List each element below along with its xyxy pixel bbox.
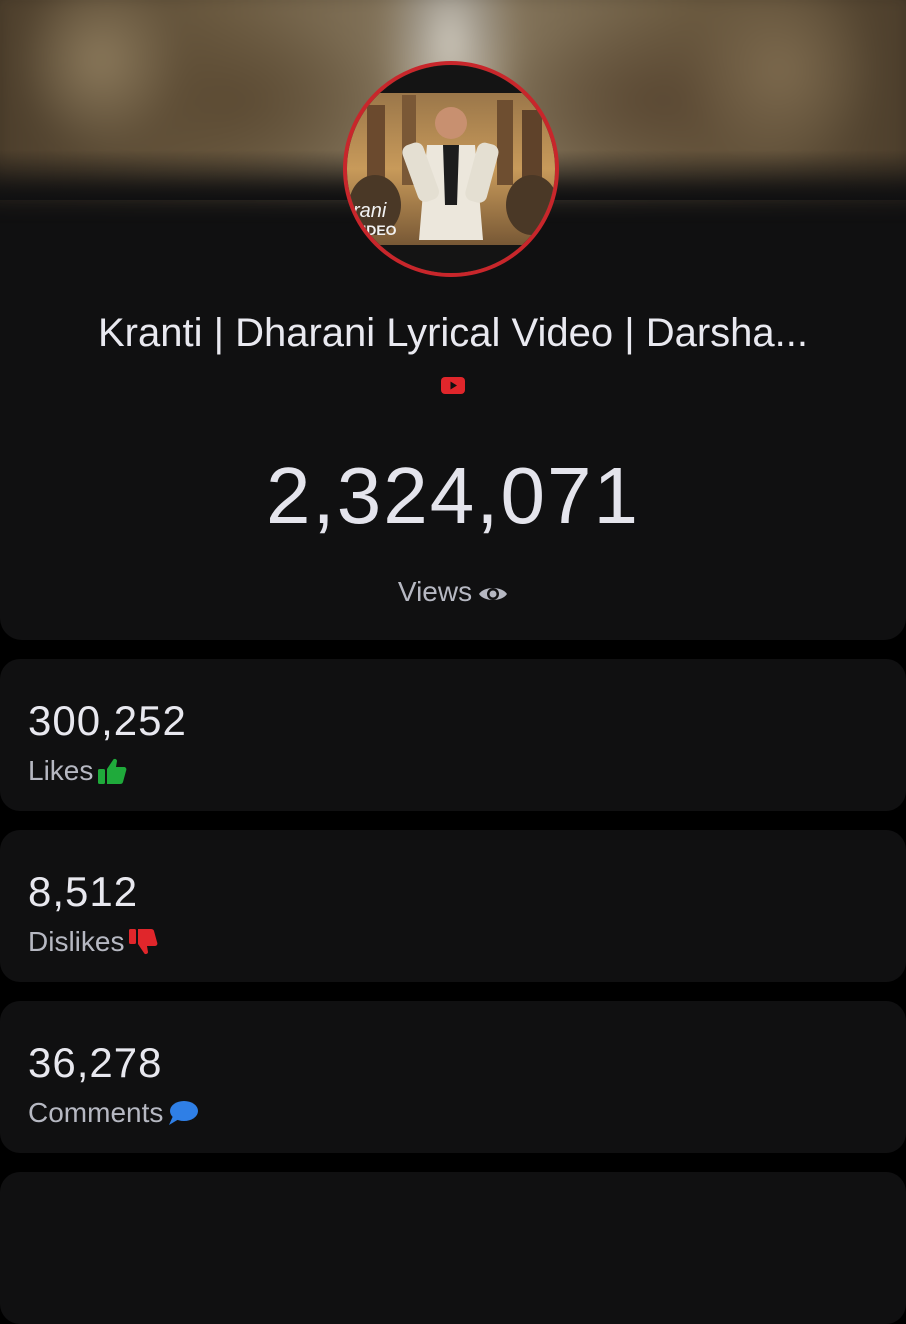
views-label: Views <box>397 576 473 607</box>
youtube-icon[interactable] <box>441 377 465 394</box>
likes-count: 300,252 <box>28 697 187 744</box>
views-label-row: Views <box>0 572 906 612</box>
eye-icon <box>479 588 508 600</box>
dislikes-label-row: Dislikes <box>28 922 158 962</box>
comments-count: 36,278 <box>28 1039 163 1086</box>
thumbs-down-icon <box>129 929 158 955</box>
dislikes-label: Dislikes <box>28 926 125 957</box>
likes-label: Likes <box>28 755 94 786</box>
svg-text:rani: rani <box>353 200 387 222</box>
thumbs-up-icon <box>98 758 127 784</box>
comments-label: Comments <box>28 1097 164 1128</box>
thumbnail-image: rani VIDEO <box>347 65 555 273</box>
dislikes-card: 8,512 Dislikes <box>0 830 906 982</box>
video-title[interactable]: Kranti | Dharani Lyrical Video | Darsha.… <box>0 305 906 361</box>
comment-icon <box>169 1101 199 1125</box>
likes-label-row: Likes <box>28 751 127 791</box>
video-thumbnail[interactable]: rani VIDEO <box>343 61 559 277</box>
next-card <box>0 1172 906 1324</box>
dislikes-count: 8,512 <box>28 868 139 915</box>
video-header-card: rani VIDEO Kranti | Dharani Lyrical Vide… <box>0 0 906 640</box>
comments-label-row: Comments <box>28 1093 199 1133</box>
views-count: 2,324,071 <box>266 451 640 540</box>
comments-card: 36,278 Comments <box>0 1001 906 1153</box>
svg-text:VIDEO: VIDEO <box>353 222 397 238</box>
likes-card: 300,252 Likes <box>0 659 906 811</box>
